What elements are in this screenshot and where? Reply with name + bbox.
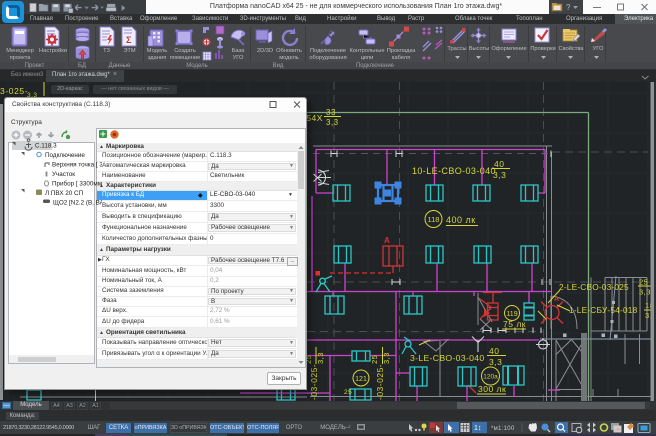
svg-text:1-LE-СБУ-54-018: 1-LE-СБУ-54-018 bbox=[569, 305, 638, 315]
svg-text:3-025-: 3-025- bbox=[0, 86, 28, 96]
svg-text:-03-025-: -03-025- bbox=[375, 364, 385, 400]
svg-text:25: 25 bbox=[344, 389, 352, 396]
svg-text:Участок: Участок bbox=[52, 171, 75, 178]
svg-text:Прибор [ 3300мм: Прибор [ 3300мм bbox=[52, 180, 102, 188]
svg-text:3,3: 3,3 bbox=[382, 352, 391, 364]
svg-text:3-LE-CBO-03-040: 3-LE-CBO-03-040 bbox=[410, 353, 485, 363]
svg-text:Σ: Σ bbox=[126, 35, 132, 45]
svg-text:3,3: 3,3 bbox=[326, 118, 339, 127]
svg-text:1↕: 1↕ bbox=[474, 425, 481, 432]
svg-text:3,3: 3,3 bbox=[493, 170, 506, 180]
svg-text:?: ? bbox=[566, 3, 571, 12]
svg-text:*м1:100: *м1:100 bbox=[491, 426, 515, 432]
svg-text:300 лк: 300 лк bbox=[478, 384, 506, 394]
svg-text:118: 118 bbox=[428, 215, 440, 224]
svg-text:25: 25 bbox=[370, 355, 379, 364]
svg-text:40: 40 bbox=[489, 346, 499, 356]
svg-text:400 лк: 400 лк bbox=[446, 215, 476, 225]
svg-text:А: А bbox=[384, 236, 390, 245]
svg-text:3,3: 3,3 bbox=[489, 357, 502, 367]
svg-text:2-LE-CBO-03-025: 2-LE-CBO-03-025 bbox=[559, 282, 629, 292]
svg-text:121: 121 bbox=[355, 376, 367, 383]
svg-text:3,3: 3,3 bbox=[639, 288, 651, 297]
svg-text:Подключение: Подключение bbox=[45, 152, 85, 159]
svg-text:Л ПВХ 20 СП: Л ПВХ 20 СП bbox=[45, 190, 84, 197]
svg-text:А: А bbox=[554, 296, 559, 303]
svg-text:-03-025-: -03-025- bbox=[309, 364, 319, 400]
svg-text:120а: 120а bbox=[483, 374, 498, 381]
svg-text:⌐²: ⌐² bbox=[344, 425, 351, 432]
svg-text:ЩО2 [N2.2 (В, ВА4: ЩО2 [N2.2 (В, ВА4 bbox=[53, 200, 102, 207]
svg-text:3,3: 3,3 bbox=[316, 352, 325, 364]
svg-text:С.118.3: С.118.3 bbox=[35, 143, 57, 150]
svg-text:25: 25 bbox=[639, 278, 648, 287]
svg-text:Верхняя точка [ 34: Верхняя точка [ 34 bbox=[52, 162, 102, 169]
svg-text:40: 40 bbox=[494, 159, 504, 169]
svg-text:10-LE-CBO-03-040: 10-LE-CBO-03-040 bbox=[412, 166, 496, 176]
svg-text:119: 119 bbox=[506, 311, 517, 318]
svg-text:33: 33 bbox=[326, 108, 336, 117]
